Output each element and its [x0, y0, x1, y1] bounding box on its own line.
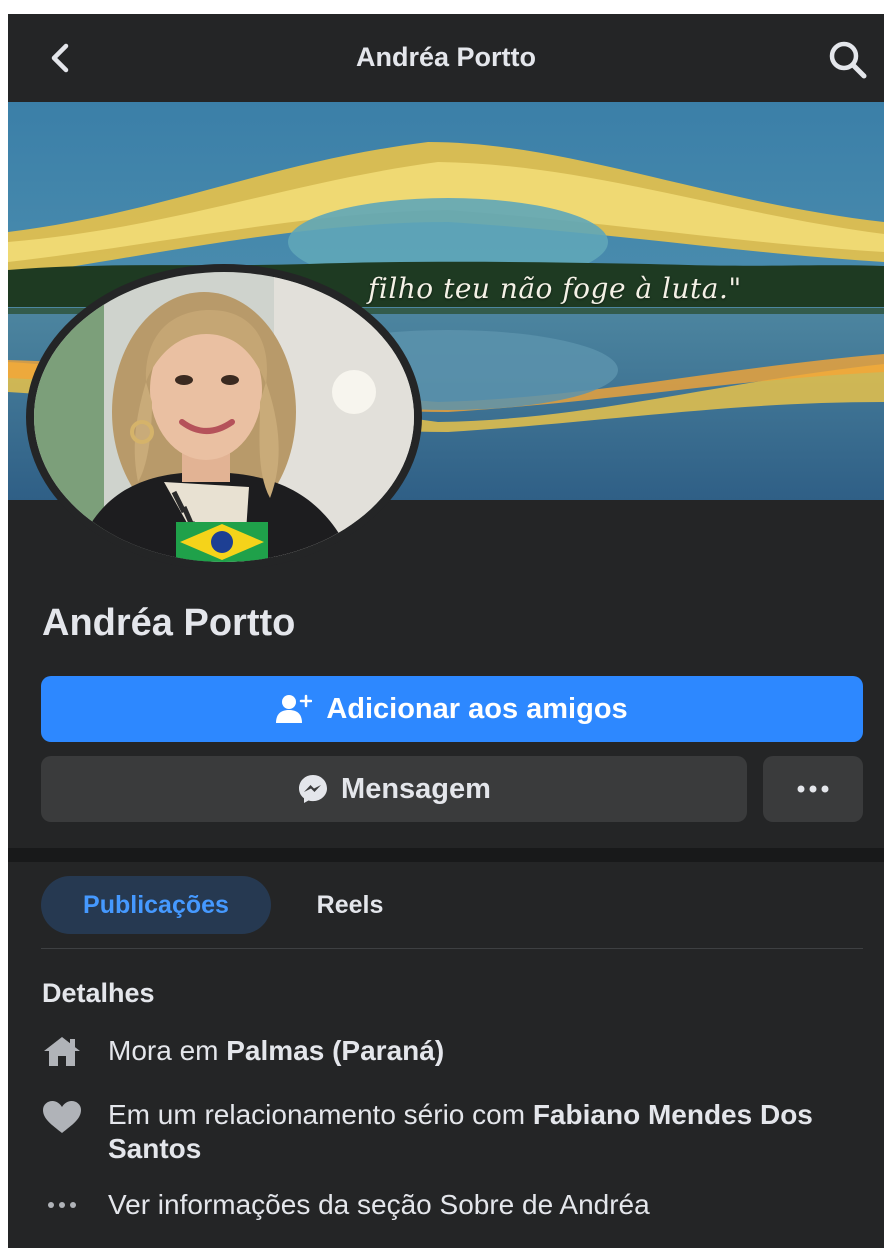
top-bar: Andréa Portto [8, 14, 884, 102]
profile-screen: Andréa Portto filho teu não foge à luta.… [8, 14, 884, 1248]
cover-quote-text: filho teu não foge à luta." [368, 272, 742, 305]
tabs-divider [41, 948, 863, 949]
details-heading: Detalhes [42, 978, 155, 1008]
lives-prefix: Mora em [108, 1035, 219, 1066]
more-options-button[interactable] [763, 756, 863, 822]
add-friend-label: Adicionar aos amigos [326, 692, 628, 725]
detail-lives-in: Mora em Palmas (Paraná) [42, 1034, 872, 1068]
messenger-icon [299, 775, 328, 803]
add-friend-button[interactable]: Adicionar aos amigos [41, 676, 863, 742]
see-about-label: Ver informações da seção Sobre de Andréa [108, 1189, 650, 1220]
message-label: Mensagem [341, 772, 491, 805]
avatar-portrait-image [34, 272, 414, 562]
detail-relationship: Em um relacionamento sério com Fabiano M… [42, 1098, 872, 1168]
message-button[interactable]: Mensagem [41, 756, 747, 822]
home-icon [42, 1034, 82, 1068]
see-about-link[interactable]: Ver informações da seção Sobre de Andréa [42, 1188, 872, 1222]
tab-publicacoes[interactable]: Publicações [41, 876, 271, 934]
relationship-prefix: Em um relacionamento sério com [108, 1099, 526, 1130]
more-horizontal-icon [797, 785, 829, 793]
avatar-photo [34, 272, 414, 562]
search-button[interactable] [826, 38, 870, 82]
dots-icon [42, 1188, 82, 1222]
profile-avatar[interactable] [26, 264, 422, 570]
section-divider [8, 848, 884, 862]
lives-place-link[interactable]: Palmas (Paraná) [226, 1035, 444, 1066]
page-title: Andréa Portto [355, 42, 536, 72]
person-plus-icon [276, 694, 313, 723]
search-icon [829, 41, 867, 79]
tab-reels[interactable]: Reels [290, 876, 410, 934]
heart-icon [42, 1100, 82, 1134]
profile-name: Andréa Portto [42, 602, 296, 644]
